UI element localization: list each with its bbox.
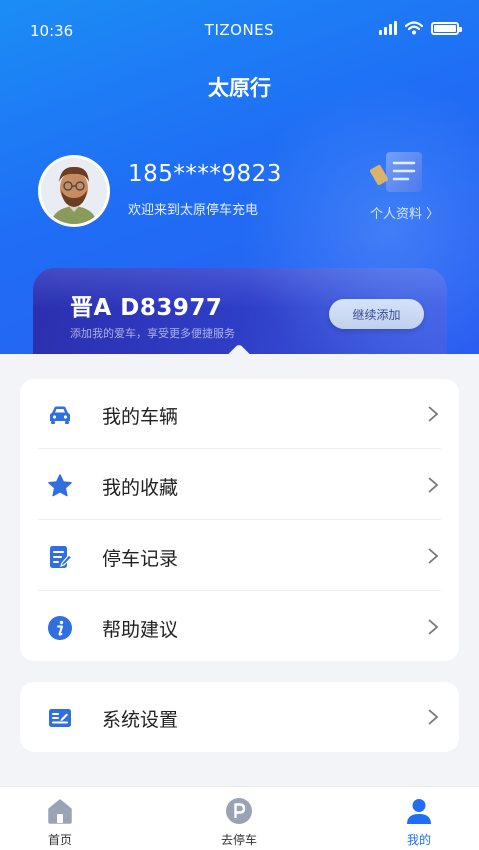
home-icon [48,799,72,824]
profile-card-icon [370,152,422,192]
divider [38,590,441,591]
tab-go-parking[interactable]: 去停车 [179,787,299,850]
avatar[interactable] [38,155,110,227]
menu-item-my-vehicles[interactable]: 我的车辆 [20,379,459,449]
status-icons [379,21,462,35]
settings-form-icon [49,709,71,727]
car-card-subtitle: 添加我的爱车，享受更多便捷服务 [70,327,235,340]
star-icon [48,474,72,497]
divider [38,448,441,449]
chevron-right-icon [428,406,439,422]
divider [38,519,441,520]
battery-icon [431,21,462,35]
tab-home[interactable]: 首页 [0,787,120,850]
tab-label: 去停车 [220,833,257,847]
avatar-image [41,158,107,224]
tab-mine[interactable]: 我的 [359,787,479,850]
signal-icon [379,21,397,35]
menu-item-label: 我的车辆 [102,406,179,428]
person-icon [407,799,431,824]
car-icon [50,406,70,424]
menu-item-system-settings[interactable]: 系统设置 [20,682,459,752]
tab-label: 我的 [406,833,431,847]
menu-item-help-feedback[interactable]: 帮助建议 [20,592,459,662]
wifi-icon [405,21,423,35]
menu-item-label: 我的收藏 [102,477,179,499]
parking-icon [226,798,252,824]
tab-label: 首页 [47,833,72,847]
profile-link-label: 个人资料 〉 [370,207,440,222]
info-icon [48,616,72,640]
user-phone: 185****9823 [128,161,282,187]
menu-card: 我的车辆 我的收藏 停车记录 帮助建议 [20,379,459,661]
settings-card: 系统设置 [20,682,459,752]
tab-bar: 首页 去停车 我的 [0,786,479,850]
profile-header: 10:36 TIZONES 太原行 185****9823 欢迎来到太原停车充电… [0,0,479,360]
add-car-button[interactable]: 继续添加 [329,299,424,329]
menu-item-label: 停车记录 [102,548,179,570]
license-plate: 晋A D83977 [70,295,223,321]
status-bar: 10:36 TIZONES [0,0,479,60]
menu-item-my-favorites[interactable]: 我的收藏 [20,450,459,520]
menu-item-label: 帮助建议 [102,619,179,641]
welcome-text: 欢迎来到太原停车充电 [128,203,259,218]
document-edit-icon [50,546,73,568]
chevron-right-icon [428,477,439,493]
page-title: 太原行 [208,76,271,100]
menu-item-label: 系统设置 [102,709,179,731]
menu-item-parking-records[interactable]: 停车记录 [20,521,459,591]
chevron-right-icon [428,548,439,564]
chevron-right-icon [428,619,439,635]
profile-link[interactable]: 个人资料 〉 [366,150,446,225]
chevron-right-icon [428,709,439,725]
